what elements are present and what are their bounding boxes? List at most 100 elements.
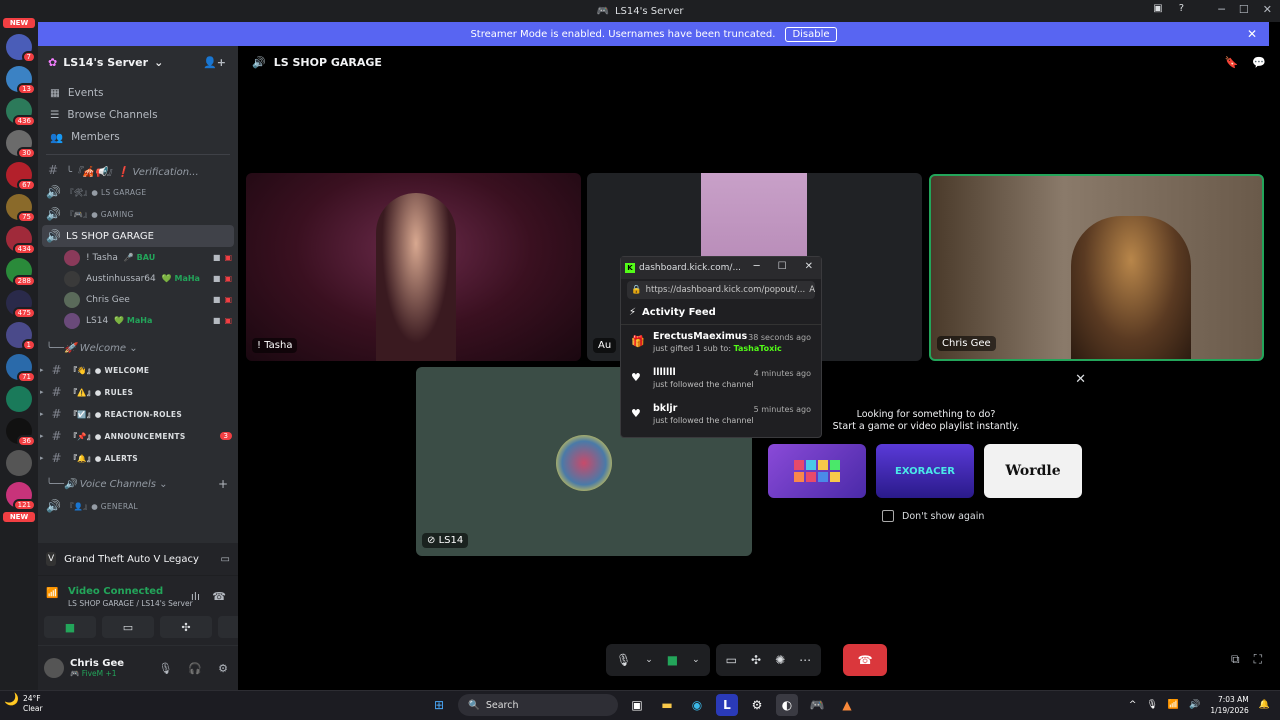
server-icon[interactable] xyxy=(6,386,32,412)
server-icon[interactable]: 7 xyxy=(6,34,36,63)
text-channel[interactable]: ▸ # 『👋』● WELCOME xyxy=(38,359,238,381)
popout-icon[interactable]: ⧉ xyxy=(1231,652,1240,667)
screen-share-icon[interactable]: ▭ xyxy=(726,653,737,667)
soundboard-icon[interactable]: ✺ xyxy=(775,653,785,667)
bookmark-icon[interactable]: 🔖 xyxy=(1225,56,1239,69)
video-tile-chris[interactable]: Chris Gee xyxy=(929,174,1264,361)
app-l-icon[interactable]: L xyxy=(716,694,738,716)
tray-expand-icon[interactable]: ^ xyxy=(1129,700,1137,710)
activities-button[interactable]: ✣ xyxy=(160,616,212,638)
chat-icon[interactable]: 💬 xyxy=(1252,56,1266,69)
popup-minimize-button[interactable]: ─ xyxy=(754,261,760,272)
more-icon[interactable]: ⋯ xyxy=(799,653,811,667)
add-channel-icon[interactable]: + xyxy=(218,477,228,491)
signal-icon[interactable]: 📶 xyxy=(46,588,58,599)
voice-user[interactable]: LS14 💚 MaHa ■ ▣ xyxy=(38,310,238,331)
camera-button[interactable]: ■ xyxy=(44,616,96,638)
settings-app-icon[interactable]: ⚙ xyxy=(746,694,768,716)
streaming-app-icon[interactable]: ◐ xyxy=(776,694,798,716)
chevron-down-icon[interactable]: ⌄ xyxy=(645,655,653,665)
microphone-icon[interactable]: 🎙 xyxy=(158,662,172,675)
notifications-icon[interactable]: 🔔 xyxy=(1259,700,1270,710)
discord-taskbar-icon[interactable]: 🎮 xyxy=(806,694,828,716)
nav-events[interactable]: ▦ Events xyxy=(46,82,230,104)
text-channel[interactable]: ▸ # 『🔔』● ALERTS xyxy=(38,447,238,469)
feed-item[interactable]: 🎁 ErectusMaeximus 38 seconds ago just gifte… xyxy=(621,325,821,361)
nav-members[interactable]: 👥 Members xyxy=(46,126,230,148)
server-icon[interactable]: 434 xyxy=(6,226,36,255)
app-a-icon[interactable]: ▲ xyxy=(836,694,858,716)
popup-titlebar[interactable]: K dashboard.kick.com/... ─ ☐ ✕ xyxy=(621,257,821,279)
popup-maximize-button[interactable]: ☐ xyxy=(778,261,787,272)
address-bar[interactable]: 🔒 https://dashboard.kick.com/popout/... … xyxy=(627,281,815,299)
text-channel[interactable]: ▸ # 『📌』● ANNOUNCEMENTS 3 xyxy=(38,425,238,447)
screen-share-icon[interactable]: ▭ xyxy=(221,554,230,565)
category-welcome[interactable]: ╰──🚀 Welcome ⌄ xyxy=(38,337,238,359)
user-panel[interactable]: Chris Gee 🎮 FiveM +1 🎙 🎧 ⚙ xyxy=(38,646,238,690)
server-icon[interactable]: 475 xyxy=(6,290,36,319)
screen-share-button[interactable]: ▭ xyxy=(102,616,154,638)
voice-user[interactable]: ! Tasha 🎤 BAU ■ ▣ xyxy=(38,247,238,268)
read-aloud-icon[interactable]: A xyxy=(809,285,815,295)
server-icon[interactable]: 288 xyxy=(6,258,36,287)
headphones-icon[interactable]: 🎧 xyxy=(188,662,202,675)
dont-show-again[interactable]: Don't show again xyxy=(882,510,984,522)
invite-icon[interactable]: 👤+ xyxy=(203,56,226,69)
voice-user[interactable]: Chris Gee ■ ▣ xyxy=(38,289,238,310)
help-icon[interactable]: ? xyxy=(1179,3,1184,14)
category-voice-channels[interactable]: ╰──🔊 Voice Channels ⌄ + xyxy=(38,473,238,495)
camera-icon[interactable]: ■ xyxy=(667,653,678,667)
voice-status[interactable]: Video Connected xyxy=(68,586,163,597)
game-card-blocks[interactable] xyxy=(768,444,866,498)
server-icon[interactable]: 30 xyxy=(6,130,36,159)
server-icon[interactable]: 1 xyxy=(6,322,36,351)
inbox-icon[interactable]: ▣ xyxy=(1153,3,1162,14)
server-icon[interactable]: 67 xyxy=(6,162,36,191)
server-icon[interactable]: 75 xyxy=(6,194,36,223)
close-window-button[interactable]: ✕ xyxy=(1263,3,1272,16)
activity-status[interactable]: V Grand Theft Auto V Legacy ▭ xyxy=(38,543,238,575)
activities-icon[interactable]: ✣ xyxy=(751,653,761,667)
server-icon[interactable]: 436 xyxy=(6,98,36,127)
maximize-button[interactable]: ☐ xyxy=(1239,3,1249,16)
text-channel[interactable]: ▸ # 『⚠️』● RULES xyxy=(38,381,238,403)
server-icon[interactable]: 13 xyxy=(6,66,36,95)
chevron-down-icon[interactable]: ⌄ xyxy=(692,655,700,665)
disable-streamer-mode-button[interactable]: Disable xyxy=(785,26,837,42)
video-tile-tasha[interactable]: ! Tasha xyxy=(246,173,581,361)
close-activities-icon[interactable]: ✕ xyxy=(1075,372,1086,387)
channel-general[interactable]: 🔊 『👤』● GENERAL xyxy=(38,495,238,517)
voice-user[interactable]: Austinhussar64 💚 MaHa ■ ▣ xyxy=(38,268,238,289)
edge-icon[interactable]: ◉ xyxy=(686,694,708,716)
fullscreen-icon[interactable]: ⛶ xyxy=(1254,652,1262,667)
game-card-wordle[interactable]: Wordle xyxy=(984,444,1082,498)
avatar[interactable] xyxy=(44,658,64,678)
volume-icon[interactable]: 🔊 xyxy=(1189,700,1200,710)
mic-tray-icon[interactable]: 🎙 xyxy=(1146,700,1157,710)
server-icon[interactable] xyxy=(6,450,32,476)
windows-start-icon[interactable]: ⊞ xyxy=(428,694,450,716)
wifi-icon[interactable]: 📶 xyxy=(1168,700,1179,710)
settings-icon[interactable]: ⚙ xyxy=(218,662,228,675)
noise-suppression-icon[interactable]: ılı xyxy=(191,590,200,603)
taskbar-search[interactable]: 🔍 Search xyxy=(458,694,618,716)
close-banner-icon[interactable]: ✕ xyxy=(1247,27,1257,41)
server-icon[interactable]: 121 xyxy=(6,482,36,511)
channel-gaming[interactable]: 🔊 『🎮』● GAMING xyxy=(38,203,238,225)
text-channel[interactable]: ▸ # 『☑️』● REACTION-ROLES xyxy=(38,403,238,425)
weather-widget[interactable]: 🌙 24°F Clear xyxy=(4,693,43,714)
task-view-icon[interactable]: ▣ xyxy=(626,694,648,716)
end-call-button[interactable]: ☎ xyxy=(843,644,888,676)
server-icon[interactable]: 71 xyxy=(6,354,36,383)
feed-item[interactable]: ♥ lllllll 4 minutes ago just followed the c… xyxy=(621,361,821,397)
voice-location[interactable]: LS SHOP GARAGE / LS14's Server xyxy=(68,599,193,608)
clock[interactable]: 7:03 AM 1/19/2026 xyxy=(1210,694,1248,716)
channel-ls-shop-garage[interactable]: 🔊 LS SHOP GARAGE xyxy=(42,225,234,247)
checkbox[interactable] xyxy=(882,510,894,522)
feed-item[interactable]: ♥ bkljr 5 minutes ago just followed the cha… xyxy=(621,397,821,433)
file-explorer-icon[interactable]: ▬ xyxy=(656,694,678,716)
minimize-button[interactable]: ─ xyxy=(1218,3,1225,16)
popup-close-button[interactable]: ✕ xyxy=(805,261,813,272)
disconnect-icon[interactable]: ☎ xyxy=(212,590,226,603)
channel-ls-garage[interactable]: 🔊 『🛠』● LS GARAGE xyxy=(38,181,238,203)
